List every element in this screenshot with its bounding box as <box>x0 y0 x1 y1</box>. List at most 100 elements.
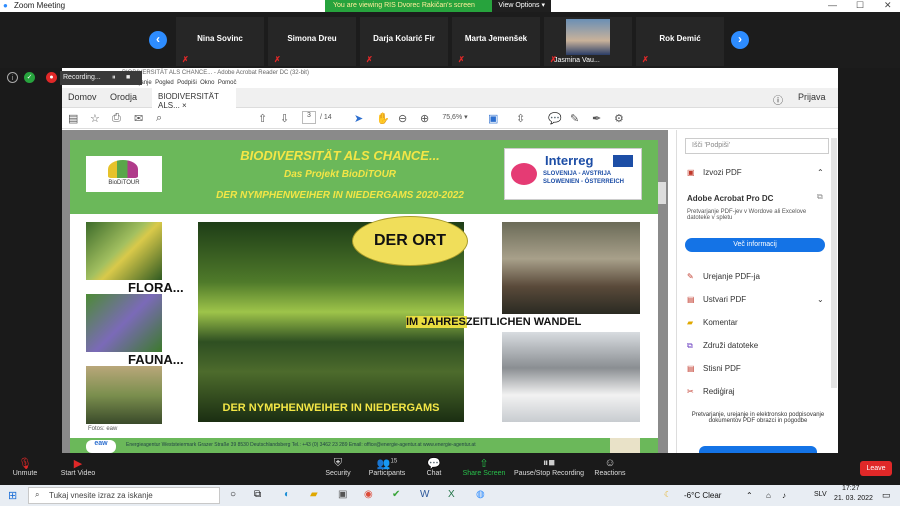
document-area[interactable]: BioDiTOUR BIODIVERSITÄT ALS CHANCE... Da… <box>62 130 668 453</box>
select-cursor-icon[interactable]: ➤ <box>354 112 363 125</box>
close-icon[interactable]: ✕ <box>884 0 892 11</box>
page-up-icon[interactable]: ⇧ <box>258 112 267 125</box>
tool-item[interactable]: Stisni PDF <box>703 364 741 373</box>
zoom-out-icon[interactable]: ⊖ <box>398 112 407 125</box>
windows-start-icon[interactable]: ⊞ <box>8 489 17 502</box>
tool-item[interactable]: Rediģiraj <box>703 387 735 396</box>
fit-page-icon[interactable]: ▣ <box>488 112 498 125</box>
participant-tile[interactable]: Darja Kolarić Fir ✗ <box>360 17 448 66</box>
more-info-button[interactable]: Več informacij <box>685 238 825 252</box>
zoom-level-dropdown[interactable]: 75,6% ▾ <box>440 111 470 125</box>
edge-icon[interactable]: ◐ <box>284 489 290 500</box>
weather-text[interactable]: -6°C Clear <box>684 491 721 500</box>
menu-item[interactable]: Pogled <box>155 80 174 86</box>
pond-photo-caption: DER NYMPHENWEIHER IN NIEDERGAMS <box>222 402 440 414</box>
task-view-icon[interactable]: ○ <box>230 489 236 500</box>
acrobat-tabs: Domov Orodja BIODIVERSITÄT ALS... × ⓘ Pr… <box>62 88 838 110</box>
print-icon[interactable]: ⎙ <box>112 112 121 125</box>
sign-in-link[interactable]: Prijava <box>798 92 826 102</box>
participant-tile[interactable]: Rok Demić ✗ <box>636 17 724 66</box>
search-icon[interactable]: ⌕ <box>156 112 162 125</box>
mic-muted-icon: ✗ <box>182 55 189 64</box>
comment-tool-icon: ▰ <box>687 318 694 327</box>
leave-button[interactable]: Leave <box>860 461 892 476</box>
page-total: / 14 <box>320 114 332 121</box>
excel-icon[interactable]: X <box>448 489 455 500</box>
store-icon[interactable]: ▣ <box>338 489 347 500</box>
scroll-mode-icon[interactable]: ⇳ <box>516 112 525 125</box>
next-page-button[interactable]: › <box>731 31 749 49</box>
tool-item[interactable]: Združi datoteke <box>703 341 758 350</box>
volume-icon[interactable]: ♪ <box>782 491 786 500</box>
prev-page-button[interactable]: ‹ <box>149 31 167 49</box>
tool-item[interactable]: Ustvari PDF <box>703 295 746 304</box>
hand-icon[interactable]: ✋ <box>376 112 390 125</box>
page-number-input[interactable]: 3 <box>302 111 316 124</box>
acrobat-window: BIODIVERSITÄT ALS CHANCE... - Adobe Acro… <box>62 68 838 454</box>
panel-scrollbar[interactable] <box>831 138 837 388</box>
export-pdf-item[interactable]: Izvozi PDF <box>703 168 742 177</box>
footer-text: Energieagentur Weststeiermark Grazer Str… <box>126 442 476 448</box>
copy-icon[interactable]: ⧉ <box>817 192 823 202</box>
view-options-button[interactable]: View Options ▾ <box>492 0 551 12</box>
menu-item[interactable]: Pomoč <box>218 80 237 86</box>
widgets-icon[interactable]: ⧉ <box>254 489 261 500</box>
chevron-up-icon[interactable]: ⌃ <box>817 168 824 177</box>
maximize-icon[interactable]: ☐ <box>856 0 864 11</box>
poster-subtitle-2: DER NYMPHENWEIHER IN NIEDERGAMS 2020-202… <box>216 190 464 201</box>
participant-tile[interactable]: Simona Dreu ✗ <box>268 17 356 66</box>
chrome-icon[interactable]: ◉ <box>364 489 373 500</box>
stop-record-icon[interactable]: ■ <box>126 71 130 85</box>
word-icon[interactable]: W <box>420 489 429 500</box>
network-icon[interactable]: ⌂ <box>766 491 771 500</box>
photo-credit: Fotos: eaw <box>88 426 118 432</box>
tab-document[interactable]: BIODIVERSITÄT ALS... × <box>152 88 236 110</box>
sign-icon[interactable]: ✒ <box>592 112 601 125</box>
help-icon[interactable]: ⓘ <box>773 92 783 107</box>
star-icon[interactable]: ☆ <box>90 112 100 125</box>
save-icon[interactable]: ▤ <box>68 112 78 125</box>
taskbar-search-input[interactable]: ⌕ Tukaj vnesite izraz za iskanje <box>28 487 220 504</box>
clock-time[interactable]: 17:27 <box>842 485 860 492</box>
minimize-icon[interactable]: — <box>828 0 837 10</box>
comment-icon[interactable]: 💬 <box>548 112 562 125</box>
tab-home[interactable]: Domov <box>68 92 97 102</box>
doc-scrollbar-thumb[interactable] <box>658 182 666 204</box>
reactions-button[interactable]: ☺ Reactions <box>580 457 640 477</box>
zoom-in-icon[interactable]: ⊕ <box>420 112 429 125</box>
language-indicator[interactable]: SLV <box>814 491 827 498</box>
clock-date[interactable]: 21. 03. 2022 <box>834 495 873 502</box>
app-icon-green[interactable]: ✔ <box>392 489 400 500</box>
interreg-logo: Interreg SLOVENIJA - AVSTRIJA SLOWENIEN … <box>504 148 642 200</box>
tray-chevron-icon[interactable]: ⌃ <box>746 491 753 500</box>
chevron-down-icon[interactable]: ⌄ <box>817 295 824 304</box>
pause-stop-recording-button[interactable]: ⏸■ Pause/Stop Recording <box>511 457 587 477</box>
notifications-icon[interactable]: ▭ <box>882 490 891 501</box>
info-icon[interactable]: i <box>7 72 18 83</box>
flora-label: FLORA... <box>128 280 184 295</box>
tool-item[interactable]: Urejanje PDF-ja <box>703 272 760 281</box>
email-icon[interactable]: ✉ <box>134 112 143 125</box>
participant-tile[interactable]: Marta Jemenšek ✗ <box>452 17 540 66</box>
page-down-icon[interactable]: ⇩ <box>280 112 289 125</box>
pause-stop-icon: ⏸■ <box>542 457 556 469</box>
file-explorer-icon[interactable]: ▰ <box>310 489 318 500</box>
pen-icon[interactable]: ✎ <box>570 112 579 125</box>
menu-item[interactable]: Okno <box>200 80 214 86</box>
participant-tile[interactable]: Nina Sovinc ✗ <box>176 17 264 66</box>
tab-tools[interactable]: Orodja <box>110 92 137 102</box>
more-tools-icon[interactable]: ⚙ <box>614 112 624 125</box>
menu-item[interactable]: Podpiši <box>177 80 197 86</box>
pause-record-icon[interactable]: ⏸ <box>112 71 116 85</box>
share-screen-button[interactable]: ⇧ Share Screen <box>454 457 514 477</box>
seasons-label: IM JAHRESZEITLICHEN WANDEL <box>406 316 582 328</box>
unmute-button[interactable]: 🎙 Unmute <box>0 457 55 477</box>
shield-icon[interactable]: ✓ <box>24 72 35 83</box>
start-video-button[interactable]: ▶ Start Video <box>48 457 108 477</box>
tool-item[interactable]: Komentar <box>703 318 738 327</box>
tool-search-input[interactable]: Išči 'Podpiši' <box>685 138 829 154</box>
zoom-app-icon[interactable]: ◍ <box>476 489 485 500</box>
participant-tile-video[interactable]: Jasmina Vau... ✗ <box>544 17 632 66</box>
acrobat-toolbar: ▤ ☆ ⎙ ✉ ⌕ ⇧ ⇩ 3 / 14 ➤ ✋ ⊖ ⊕ 75,6% ▾ ▣ ⇳… <box>62 109 838 129</box>
tools-panel: Išči 'Podpiši' ▣ Izvozi PDF ⌃ Adobe Acro… <box>676 130 838 454</box>
